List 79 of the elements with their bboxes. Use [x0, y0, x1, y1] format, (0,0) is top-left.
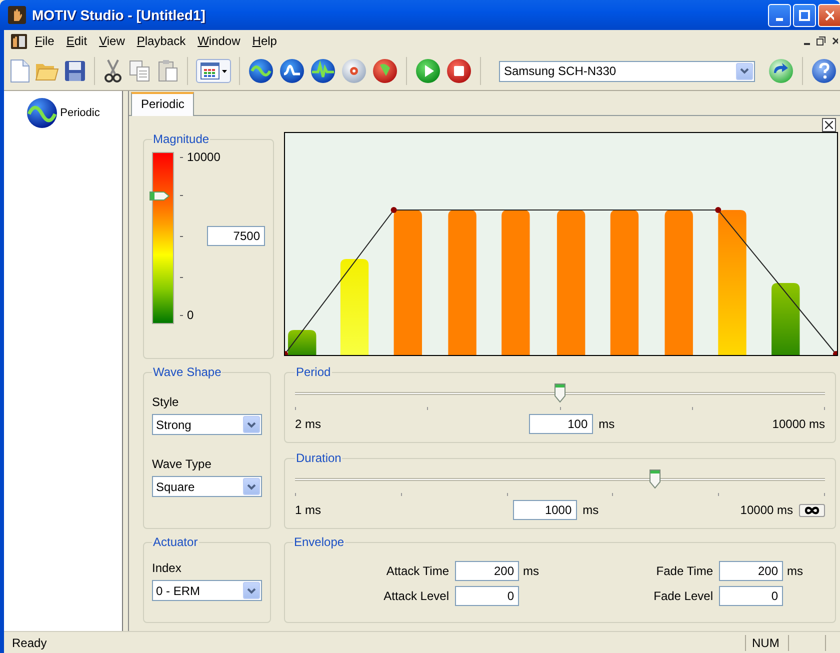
help-icon[interactable]: [811, 58, 837, 84]
unit-label: ms: [523, 564, 540, 578]
wave-type-dropdown[interactable]: Square: [152, 476, 262, 497]
field-label: Attack Time: [385, 564, 450, 578]
unit-label: ms: [598, 417, 615, 431]
app-logo-icon: [8, 6, 26, 24]
infinity-button[interactable]: [799, 504, 825, 516]
menu-item[interactable]: View: [94, 32, 130, 50]
value-field[interactable]: 100: [528, 414, 593, 434]
status-text: Ready: [11, 636, 48, 650]
copy-icon[interactable]: [128, 59, 152, 83]
unit-label: ms: [787, 564, 804, 578]
max-label: 10000 ms: [740, 503, 793, 517]
close-icon: [825, 121, 833, 129]
menu-item[interactable]: File: [30, 32, 60, 50]
wave-icon[interactable]: [248, 58, 274, 84]
group-title: Actuator: [152, 535, 199, 549]
min-label: 2 ms: [295, 417, 322, 431]
infinity-icon: [804, 506, 820, 514]
magnitude-field[interactable]: 7500: [207, 226, 265, 246]
close-button[interactable]: [822, 118, 836, 132]
max-label: 10000: [187, 150, 220, 164]
save-icon[interactable]: [64, 60, 86, 82]
unit-label: ms: [582, 503, 599, 517]
value-field[interactable]: 1000: [512, 500, 577, 520]
scissors-icon[interactable]: [103, 59, 123, 83]
minimize-icon: [776, 18, 783, 20]
max-label: 10000 ms: [772, 417, 825, 431]
pulse-icon[interactable]: [310, 58, 336, 84]
slider-thumb[interactable]: [554, 383, 566, 403]
group-title: Duration: [295, 451, 342, 465]
input-field[interactable]: 0: [455, 586, 519, 606]
index-dropdown[interactable]: 0 - ERM: [152, 580, 262, 601]
close-icon: [825, 10, 834, 20]
field-label: Fade Time: [655, 564, 714, 578]
document-icon[interactable]: [10, 32, 28, 50]
maximize-button[interactable]: [793, 4, 816, 26]
slider-thumb[interactable]: [649, 469, 662, 489]
play-icon[interactable]: [415, 58, 441, 84]
stop-icon[interactable]: [446, 58, 472, 84]
field-label: Attack Level: [382, 589, 450, 603]
style-label: Style: [152, 395, 180, 409]
group-title: Envelope: [293, 535, 346, 549]
menu-item[interactable]: Playback: [132, 32, 191, 50]
loop-icon[interactable]: [279, 58, 305, 84]
wave-type-label: Wave Type: [152, 457, 212, 471]
new-file-icon[interactable]: [10, 59, 30, 83]
minimize-button[interactable]: [768, 4, 791, 26]
input-field[interactable]: 0: [719, 586, 783, 606]
sidebar-item[interactable]: Periodic: [26, 97, 100, 129]
refresh-icon[interactable]: [768, 58, 794, 84]
min-label: 0: [187, 308, 194, 322]
min-label: 1 ms: [295, 503, 322, 517]
paste-icon[interactable]: [157, 59, 179, 83]
grid-icon: [200, 62, 220, 80]
input-field[interactable]: 200: [719, 561, 783, 581]
group-title: Magnitude: [152, 132, 210, 146]
slider-thumb[interactable]: [149, 190, 171, 200]
group-title: Period: [295, 365, 332, 379]
close-icon[interactable]: [832, 36, 838, 46]
menu-item[interactable]: Window: [192, 32, 246, 50]
maximize-icon: [799, 10, 810, 20]
caret-icon: [222, 70, 227, 72]
window-title: MOTIV Studio - [Untitled1]: [32, 7, 206, 23]
magnitude-slider[interactable]: [152, 152, 174, 324]
menu-item[interactable]: Help: [247, 32, 282, 50]
wave-icon: [26, 97, 58, 129]
disc-icon[interactable]: [341, 58, 367, 84]
input-field[interactable]: 200: [455, 561, 519, 581]
field-label: Fade Level: [652, 589, 714, 603]
menu-item[interactable]: Edit: [61, 32, 92, 50]
status-panel: NUM: [745, 634, 788, 650]
tab[interactable]: Periodic: [131, 92, 194, 116]
index-label: Index: [152, 561, 182, 575]
group-title: Wave Shape: [152, 365, 222, 379]
style-dropdown[interactable]: Strong: [152, 414, 262, 435]
device-dropdown[interactable]: Samsung SCH-N330: [499, 60, 755, 82]
restore-icon[interactable]: [816, 36, 826, 46]
view-button[interactable]: [196, 59, 231, 83]
